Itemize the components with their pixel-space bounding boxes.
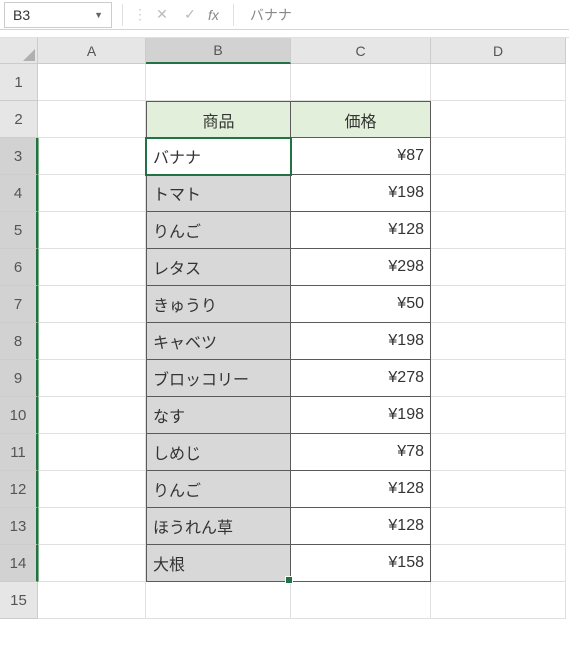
cell-product[interactable]: りんご xyxy=(146,212,291,249)
cell-product[interactable]: トマト xyxy=(146,175,291,212)
cell[interactable] xyxy=(38,360,146,397)
formula-bar: B3 ▼ ⋮ ✕ ✓ fx バナナ xyxy=(0,0,569,30)
cell[interactable] xyxy=(38,508,146,545)
name-box[interactable]: B3 ▼ xyxy=(4,2,112,28)
cell[interactable] xyxy=(431,582,566,619)
row-header[interactable]: 11 xyxy=(0,434,38,471)
cell[interactable] xyxy=(431,323,566,360)
row-header[interactable]: 6 xyxy=(0,249,38,286)
cell-product[interactable]: ブロッコリー xyxy=(146,360,291,397)
row-header[interactable]: 4 xyxy=(0,175,38,212)
row-header[interactable]: 10 xyxy=(0,397,38,434)
cell[interactable] xyxy=(431,212,566,249)
spreadsheet-grid[interactable]: A B C D 1 2 商品 価格 3 バナナ ¥87 4 トマト ¥198 5… xyxy=(0,38,569,619)
fx-icon[interactable]: fx xyxy=(208,7,219,23)
cell[interactable] xyxy=(431,64,566,101)
cell-product[interactable]: キャベツ xyxy=(146,323,291,360)
row-header[interactable]: 14 xyxy=(0,545,38,582)
formula-input[interactable]: バナナ xyxy=(240,2,569,28)
cell[interactable] xyxy=(431,434,566,471)
cell-price[interactable]: ¥78 xyxy=(291,434,431,471)
cell[interactable] xyxy=(431,175,566,212)
cell[interactable] xyxy=(38,471,146,508)
row-header[interactable]: 13 xyxy=(0,508,38,545)
cell-price[interactable]: ¥198 xyxy=(291,323,431,360)
cell[interactable] xyxy=(431,138,566,175)
cancel-icon[interactable]: ✕ xyxy=(150,3,174,27)
row-header[interactable]: 8 xyxy=(0,323,38,360)
row-header[interactable]: 7 xyxy=(0,286,38,323)
cell[interactable] xyxy=(38,286,146,323)
col-header-b[interactable]: B xyxy=(146,38,291,64)
enter-icon[interactable]: ✓ xyxy=(178,3,202,27)
cell[interactable] xyxy=(431,545,566,582)
divider xyxy=(0,30,569,38)
cell-price[interactable]: ¥87 xyxy=(291,138,431,175)
row-header[interactable]: 2 xyxy=(0,101,38,138)
col-header-c[interactable]: C xyxy=(291,38,431,64)
cell-price[interactable]: ¥278 xyxy=(291,360,431,397)
cell[interactable] xyxy=(38,397,146,434)
cell-product[interactable]: ほうれん草 xyxy=(146,508,291,545)
cell-product[interactable]: きゅうり xyxy=(146,286,291,323)
cell[interactable] xyxy=(38,64,146,101)
cell[interactable] xyxy=(38,434,146,471)
chevron-down-icon[interactable]: ▼ xyxy=(94,10,103,20)
divider xyxy=(233,4,234,26)
cell-product[interactable]: りんご xyxy=(146,471,291,508)
cell[interactable] xyxy=(291,582,431,619)
cell[interactable] xyxy=(431,508,566,545)
cell[interactable] xyxy=(38,323,146,360)
cell-price[interactable]: ¥128 xyxy=(291,508,431,545)
cell[interactable] xyxy=(146,582,291,619)
cell-price[interactable]: ¥158 xyxy=(291,545,431,582)
cell-product[interactable]: レタス xyxy=(146,249,291,286)
table-header-product[interactable]: 商品 xyxy=(146,101,291,138)
cell-price[interactable]: ¥128 xyxy=(291,212,431,249)
divider xyxy=(122,4,123,26)
name-box-value: B3 xyxy=(13,7,30,23)
cell[interactable] xyxy=(38,175,146,212)
row-header[interactable]: 15 xyxy=(0,582,38,619)
cell-product[interactable]: 大根 xyxy=(146,545,291,582)
cell-price[interactable]: ¥198 xyxy=(291,175,431,212)
cell[interactable] xyxy=(38,138,146,175)
row-header[interactable]: 5 xyxy=(0,212,38,249)
col-header-d[interactable]: D xyxy=(431,38,566,64)
select-all-corner[interactable] xyxy=(0,38,38,64)
cell-product[interactable]: なす xyxy=(146,397,291,434)
cell[interactable] xyxy=(431,360,566,397)
formula-value: バナナ xyxy=(250,5,292,25)
row-header[interactable]: 9 xyxy=(0,360,38,397)
cell[interactable] xyxy=(431,286,566,323)
cell-product[interactable]: バナナ xyxy=(146,138,291,175)
cell-price[interactable]: ¥198 xyxy=(291,397,431,434)
cell[interactable] xyxy=(38,545,146,582)
cell[interactable] xyxy=(38,212,146,249)
cell[interactable] xyxy=(431,101,566,138)
cell[interactable] xyxy=(38,249,146,286)
cell-product[interactable]: しめじ xyxy=(146,434,291,471)
cell[interactable] xyxy=(431,397,566,434)
row-header[interactable]: 12 xyxy=(0,471,38,508)
table-header-price[interactable]: 価格 xyxy=(291,101,431,138)
cell[interactable] xyxy=(291,64,431,101)
cell[interactable] xyxy=(38,101,146,138)
cell[interactable] xyxy=(431,471,566,508)
grip-icon: ⋮ xyxy=(129,6,148,23)
cell-price[interactable]: ¥128 xyxy=(291,471,431,508)
row-header[interactable]: 1 xyxy=(0,64,38,101)
row-header[interactable]: 3 xyxy=(0,138,38,175)
cell[interactable] xyxy=(431,249,566,286)
cell-price[interactable]: ¥50 xyxy=(291,286,431,323)
col-header-a[interactable]: A xyxy=(38,38,146,64)
cell[interactable] xyxy=(38,582,146,619)
cell-price[interactable]: ¥298 xyxy=(291,249,431,286)
cell[interactable] xyxy=(146,64,291,101)
